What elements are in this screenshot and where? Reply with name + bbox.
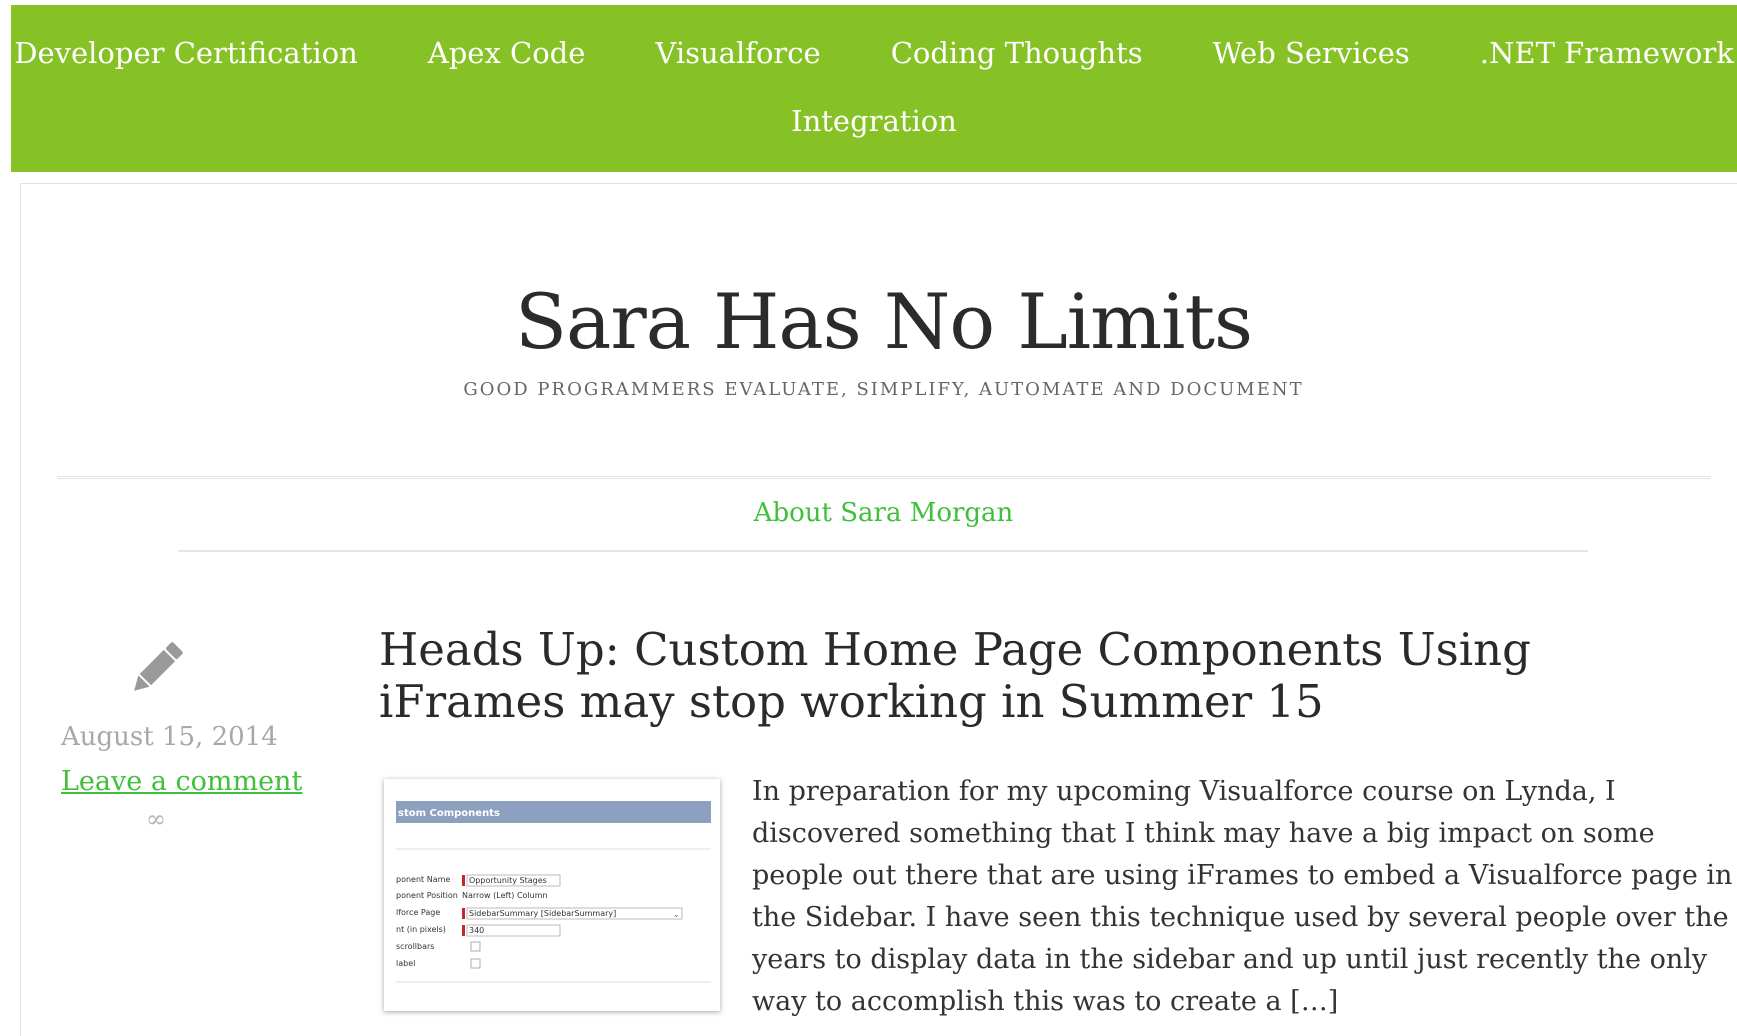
thumb-component-position: Narrow (Left) Column [462,891,548,900]
nav-item-integration[interactable]: Integration [756,101,992,141]
thumb-visualforce-page: SidebarSummary [SidebarSummary] [469,909,616,918]
permalink-icon[interactable]: ∞ [61,805,251,833]
main-content: Sara Has No Limits GOOD PROGRAMMERS EVAL… [20,183,1737,1036]
post-excerpt: In preparation for my upcoming Visualfor… [752,776,1733,1017]
pencil-icon [121,634,191,704]
header-divider [57,476,1711,479]
nav-item-developer-certification[interactable]: Developer Certification [0,33,393,73]
thumb-row-label: scrollbars [396,942,434,951]
site-tagline: GOOD PROGRAMMERS EVALUATE, SIMPLIFY, AUT… [463,379,1304,400]
thumb-row-label: ponent Name [396,875,450,884]
nav-item-apex-code[interactable]: Apex Code [393,33,621,73]
post-date: August 15, 2014 [61,722,278,752]
menu-item-about[interactable]: About Sara Morgan [21,498,1737,528]
thumb-row-label: nt (in pixels) [396,925,446,934]
thumb-row-label: lforce Page [396,908,440,917]
nav-item-coding-thoughts[interactable]: Coding Thoughts [856,33,1178,73]
post-thumbnail[interactable]: stom Components ponent Name ponent Posit… [384,779,720,1011]
top-navigation: Developer Certification Apex Code Visual… [11,5,1737,172]
nav-item-dotnet-framework[interactable]: .NET Framework [1445,33,1737,73]
site-title[interactable]: Sara Has No Limits [21,272,1737,372]
nav-row-primary: Developer Certification Apex Code Visual… [11,33,1737,73]
post-meta: August 15, 2014 Leave a comment ∞ [61,634,302,833]
thumbnail-screenshot: stom Components ponent Name ponent Posit… [396,801,711,983]
nav-item-web-services[interactable]: Web Services [1178,33,1445,73]
thumb-row-label: ponent Position [396,891,458,900]
leave-comment-link[interactable]: Leave a comment [61,766,302,797]
menu-divider [178,550,1588,552]
svg-text:⌄: ⌄ [673,910,680,919]
post-title[interactable]: Heads Up: Custom Home Page Components Us… [379,624,1719,728]
nav-row-secondary: Integration [11,101,1737,141]
thumb-row-label: label [396,959,415,968]
thumb-height: 340 [469,926,484,935]
nav-item-visualforce[interactable]: Visualforce [620,33,855,73]
thumb-component-name: Opportunity Stages [469,876,547,885]
thumb-header-text: stom Components [398,808,500,819]
